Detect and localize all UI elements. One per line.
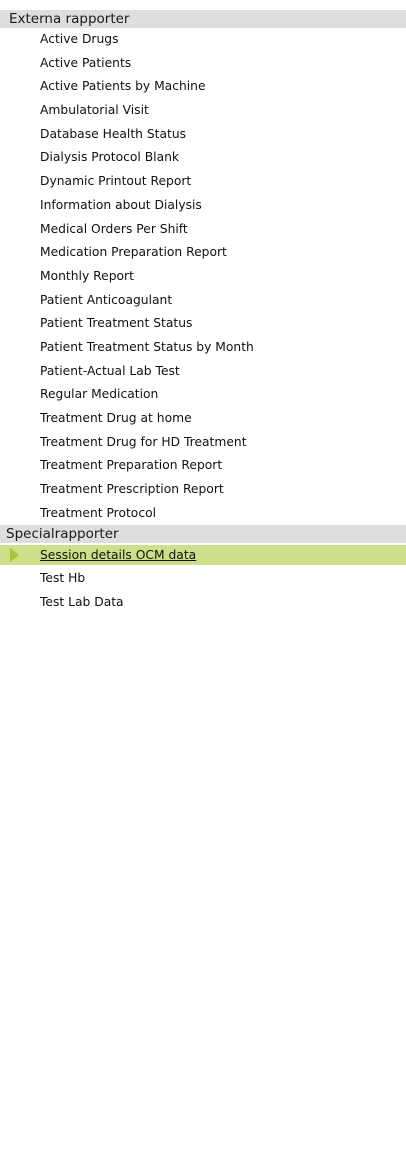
report-item-treatment-prescription-report[interactable]: Treatment Prescription Report <box>0 478 406 502</box>
report-items-specialrapporter: Session details OCM data Test Hb Test La… <box>0 545 406 614</box>
report-item-database-health-status[interactable]: Database Health Status <box>0 123 406 147</box>
report-item-dialysis-protocol-blank[interactable]: Dialysis Protocol Blank <box>0 146 406 170</box>
report-item-label: Treatment Prescription Report <box>40 482 224 497</box>
selection-arrow-icon <box>10 548 19 563</box>
report-item-label: Treatment Protocol <box>40 505 157 520</box>
report-item-label: Ambulatorial Visit <box>40 103 149 118</box>
report-group-externa-rapporter: Externa rapporter Active Drugs Active Pa… <box>0 10 406 525</box>
report-item-label: Patient Treatment Status <box>40 316 193 331</box>
report-item-label: Patient Anticoagulant <box>40 292 173 307</box>
report-item-label: Database Health Status <box>40 126 187 141</box>
report-item-medical-orders-per-shift[interactable]: Medical Orders Per Shift <box>0 218 406 242</box>
group-header-externa-rapporter[interactable]: Externa rapporter <box>0 10 406 28</box>
report-item-test-lab-data[interactable]: Test Lab Data <box>0 591 406 615</box>
report-item-treatment-protocol[interactable]: Treatment Protocol <box>0 502 406 526</box>
report-item-monthly-report[interactable]: Monthly Report <box>0 265 406 289</box>
report-item-label: Medical Orders Per Shift <box>40 221 188 236</box>
report-item-label: Regular Medication <box>40 387 159 402</box>
report-item-label: Active Patients by Machine <box>40 79 206 94</box>
report-item-label: Medication Preparation Report <box>40 245 227 260</box>
report-item-label: Active Patients <box>40 55 132 70</box>
report-item-patient-treatment-status[interactable]: Patient Treatment Status <box>0 312 406 336</box>
report-item-treatment-drug-for-hd-treatment[interactable]: Treatment Drug for HD Treatment <box>0 431 406 455</box>
report-item-label: Dialysis Protocol Blank <box>40 150 180 165</box>
report-item-information-about-dialysis[interactable]: Information about Dialysis <box>0 194 406 218</box>
report-item-active-patients-by-machine[interactable]: Active Patients by Machine <box>0 75 406 99</box>
report-item-label: Session details OCM data <box>40 548 197 563</box>
report-item-label: Active Drugs <box>40 32 119 46</box>
report-list: Externa rapporter Active Drugs Active Pa… <box>0 0 406 615</box>
report-item-label: Treatment Drug at home <box>40 411 192 425</box>
report-item-patient-treatment-status-by-month[interactable]: Patient Treatment Status by Month <box>0 336 406 360</box>
report-item-dynamic-printout-report[interactable]: Dynamic Printout Report <box>0 170 406 194</box>
report-item-active-drugs[interactable]: Active Drugs <box>0 28 406 52</box>
report-item-label: Information about Dialysis <box>40 197 202 212</box>
report-item-label: Test Hb <box>40 571 86 586</box>
report-item-session-details-ocm-data[interactable]: Session details OCM data <box>0 545 406 566</box>
report-item-treatment-drug-at-home[interactable]: Treatment Drug at home <box>0 407 406 431</box>
report-item-active-patients[interactable]: Active Patients <box>0 52 406 76</box>
report-item-label: Treatment Preparation Report <box>40 458 223 473</box>
report-item-label: Patient-Actual Lab Test <box>40 363 180 378</box>
report-item-ambulatorial-visit[interactable]: Ambulatorial Visit <box>0 99 406 123</box>
report-items-externa-rapporter: Active Drugs Active Patients Active Pati… <box>0 28 406 525</box>
report-item-test-hb[interactable]: Test Hb <box>0 567 406 591</box>
report-item-label: Dynamic Printout Report <box>40 174 192 189</box>
report-item-label: Monthly Report <box>40 268 134 283</box>
report-item-medication-preparation-report[interactable]: Medication Preparation Report <box>0 241 406 265</box>
group-header-specialrapporter[interactable]: Specialrapporter <box>0 525 406 544</box>
report-group-specialrapporter: Specialrapporter Session details OCM dat… <box>0 525 406 614</box>
report-item-label: Patient Treatment Status by Month <box>40 339 254 354</box>
report-item-regular-medication[interactable]: Regular Medication <box>0 383 406 407</box>
report-item-patient-actual-lab-test[interactable]: Patient-Actual Lab Test <box>0 360 406 384</box>
report-item-patient-anticoagulant[interactable]: Patient Anticoagulant <box>0 289 406 313</box>
report-item-label: Test Lab Data <box>40 595 124 610</box>
report-item-treatment-preparation-report[interactable]: Treatment Preparation Report <box>0 454 406 478</box>
report-item-label: Treatment Drug for HD Treatment <box>40 434 247 449</box>
